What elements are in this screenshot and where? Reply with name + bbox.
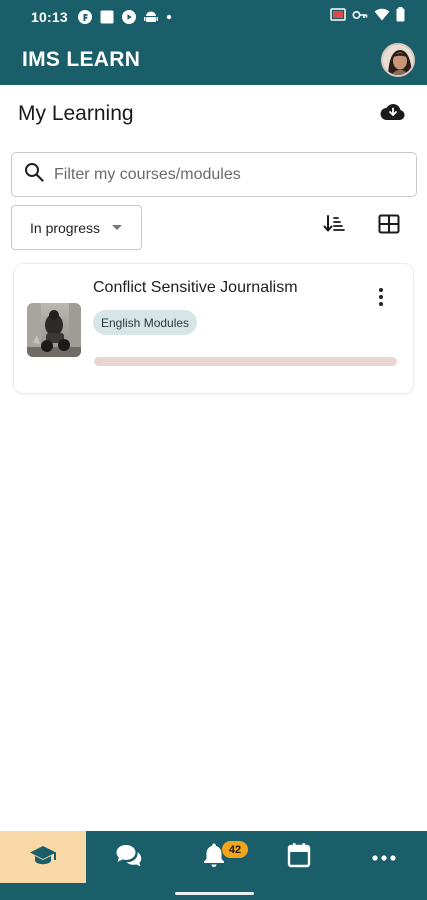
wifi-icon [374,8,390,26]
f-logo-icon [77,10,92,24]
app-title: IMS LEARN [22,47,141,71]
course-progress-bar [94,357,397,366]
bottom-nav: 42 [0,831,427,900]
status-system-icons [330,7,405,27]
nav-calendar[interactable] [257,831,342,883]
gesture-bar [175,892,254,895]
nav-my-learning[interactable] [0,831,86,883]
cast-icon [330,7,346,27]
sort-icon [323,214,345,239]
search-icon [24,162,44,187]
key-icon [352,8,368,26]
chat-icon [115,844,143,871]
nav-more[interactable] [342,831,427,883]
nav-notifications[interactable] [171,831,256,883]
status-time: 10:13 [31,9,68,25]
course-card[interactable]: Conflict Sensitive Journalism English Mo… [13,263,414,394]
cloud-download-icon [380,102,406,127]
dot-icon [166,14,172,20]
grid-view-icon [378,214,400,239]
app-bar: IMS LEARN [0,34,427,85]
course-more-button[interactable] [369,282,393,312]
status-filter-select[interactable]: In progress [11,205,142,250]
status-bar: 10:13 [0,0,427,34]
page-title: My Learning [18,102,134,125]
battery-icon [396,7,405,27]
calendar-icon [287,842,311,873]
nav-messages[interactable] [86,831,171,883]
status-filter-value: In progress [30,219,101,236]
avatar[interactable] [381,42,415,77]
course-title[interactable]: Conflict Sensitive Journalism [93,279,298,297]
sort-button[interactable] [318,210,350,242]
more-icon [372,848,396,866]
play-icon [121,10,136,24]
status-notification-icons [77,10,172,24]
download-button[interactable] [373,94,413,134]
android-icon [143,10,158,24]
course-tag: English Modules [93,310,198,335]
search-input[interactable] [54,165,394,184]
graduation-cap-icon [29,844,57,871]
page-header: My Learning [0,85,427,143]
square-icon [100,10,114,24]
notification-badge: 42 [222,841,248,858]
more-vertical-icon [379,288,383,292]
grid-view-button[interactable] [373,210,405,242]
chevron-down-icon [112,225,123,230]
course-thumbnail[interactable] [27,303,81,357]
search-box[interactable] [11,152,417,197]
